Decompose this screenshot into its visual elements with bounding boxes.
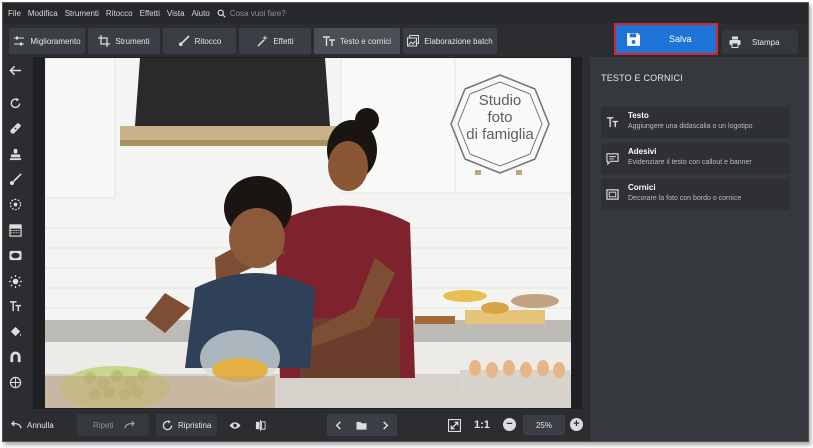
brush-icon	[178, 35, 190, 46]
print-label: Stampa	[752, 37, 780, 47]
redo-label: Ripeti	[93, 420, 114, 430]
compare-button[interactable]	[255, 414, 266, 436]
panel-item-title: Cornici	[628, 183, 656, 192]
search-placeholder: Cosa vuoi fare?	[229, 8, 286, 18]
navigation-group	[327, 414, 397, 436]
canvas-area[interactable]: Studio foto di famiglia	[33, 57, 582, 409]
text-icon	[322, 36, 335, 46]
ratio-label: 1:1	[474, 419, 490, 431]
tab-miglioramento[interactable]: Miglioramento	[9, 28, 85, 54]
reset-button[interactable]: Ripristina	[156, 414, 218, 436]
panel-item-cornici[interactable]: Cornici Decorare la foto con bordo o cor…	[601, 179, 790, 210]
zoom-value[interactable]: 25%	[523, 415, 565, 435]
menu-aiuto[interactable]: Aiuto	[192, 9, 210, 18]
text-icon	[606, 117, 619, 128]
brush-icon[interactable]	[7, 171, 23, 187]
sun-icon[interactable]	[7, 273, 23, 289]
gradient-filter-icon[interactable]	[7, 222, 23, 238]
chevron-left-icon[interactable]	[333, 420, 344, 431]
watermark-line-2: foto	[487, 109, 513, 126]
search-field[interactable]: Cosa vuoi fare?	[217, 9, 286, 18]
tab-label: Strumenti	[115, 36, 150, 46]
reset-label: Ripristina	[178, 420, 212, 430]
left-toolbar	[3, 59, 27, 399]
fit-screen-button[interactable]	[448, 414, 461, 436]
panel-title: TESTO E CORNICI	[601, 73, 683, 83]
right-panel: TESTO E CORNICI Testo Aggiungere una did…	[590, 57, 808, 441]
redo-button[interactable]: Ripeti	[77, 414, 149, 436]
print-button[interactable]: Stampa	[722, 30, 798, 54]
magic-wand-icon	[257, 35, 269, 47]
actual-size-button[interactable]: 1:1	[474, 414, 490, 436]
menu-vista[interactable]: Vista	[167, 9, 185, 18]
tab-label: Elaborazione batch	[424, 36, 493, 46]
tab-label: Ritocco	[194, 36, 222, 46]
tab-label: Testo e cornici	[339, 36, 392, 46]
watermark-text: Studio foto di famiglia	[449, 92, 551, 143]
radial-filter-icon[interactable]	[7, 196, 23, 212]
tab-ritocco[interactable]: Ritocco	[163, 28, 236, 54]
back-arrow-icon[interactable]	[7, 62, 23, 78]
sliders-icon	[14, 36, 25, 46]
vignette-icon[interactable]	[7, 247, 23, 263]
panel-item-desc: Decorare la foto con bordo o cornice	[628, 195, 742, 202]
photo-canvas[interactable]: Studio foto di famiglia	[45, 58, 571, 408]
zoom-out-button[interactable]: −	[503, 418, 516, 431]
undo-icon	[11, 420, 22, 428]
crop-icon	[98, 35, 111, 47]
tab-testo-e-cornici[interactable]: Testo e cornici	[314, 28, 400, 54]
menu-ritocco[interactable]: Ritocco	[106, 9, 133, 18]
tab-strumenti[interactable]: Strumenti	[88, 28, 160, 54]
fit-screen-icon	[448, 418, 461, 432]
minus-icon: −	[506, 418, 513, 430]
tab-label: Effetti	[273, 36, 294, 46]
speech-bubble-icon	[606, 153, 619, 165]
tab-effetti[interactable]: Effetti	[239, 28, 311, 54]
undo-button[interactable]: Annulla	[11, 414, 54, 436]
reset-icon	[162, 419, 173, 430]
zoom-in-button[interactable]: +	[570, 418, 583, 431]
menu-strumenti[interactable]: Strumenti	[65, 9, 99, 18]
panel-item-testo[interactable]: Testo Aggiungere una didascalia o un log…	[601, 107, 790, 138]
panel-item-title: Adesivi	[628, 147, 657, 156]
printer-icon	[729, 36, 741, 48]
panel-item-desc: Evidenziare il testo con callout e banne…	[628, 159, 752, 166]
eye-icon	[229, 421, 241, 429]
chevron-right-icon[interactable]	[380, 420, 391, 431]
clone-stamp-icon[interactable]	[7, 146, 23, 162]
menu-modifica[interactable]: Modifica	[28, 9, 58, 18]
save-label: Salva	[669, 34, 692, 44]
magnet-icon[interactable]	[7, 349, 23, 365]
floppy-disk-icon	[627, 32, 640, 46]
frame-icon	[606, 189, 619, 200]
plus-icon: +	[573, 418, 580, 430]
bottom-bar: Annulla Ripeti Ripristina 1:1 − 25% +	[3, 411, 590, 441]
watermark-line-1: Studio	[478, 92, 522, 109]
undo-label: Annulla	[27, 420, 54, 430]
menu-file[interactable]: File	[8, 9, 21, 18]
panel-item-title: Testo	[628, 111, 649, 120]
rotate-icon[interactable]	[7, 95, 23, 111]
paint-bucket-icon[interactable]	[7, 323, 23, 339]
images-icon	[407, 35, 420, 47]
healing-bandage-icon[interactable]	[7, 120, 23, 136]
panel-item-desc: Aggiungere una didascalia o un logotipo	[628, 123, 753, 130]
compare-icon	[255, 419, 266, 431]
folder-icon[interactable]	[356, 420, 368, 431]
globe-icon[interactable]	[7, 374, 23, 390]
redo-icon	[124, 420, 136, 428]
search-icon	[217, 9, 226, 18]
watermark-line-3: di famiglia	[466, 126, 534, 143]
preview-button[interactable]	[228, 414, 242, 436]
menu-bar: File Modifica Strumenti Ritocco Effetti …	[3, 3, 808, 23]
text-icon[interactable]	[7, 298, 23, 314]
menu-effetti[interactable]: Effetti	[140, 9, 160, 18]
tab-elaborazione-batch[interactable]: Elaborazione batch	[403, 28, 497, 54]
panel-item-adesivi[interactable]: Adesivi Evidenziare il testo con callout…	[601, 143, 790, 174]
app-window: File Modifica Strumenti Ritocco Effetti …	[2, 2, 809, 442]
tab-label: Miglioramento	[30, 36, 81, 46]
save-button[interactable]: Salva	[614, 23, 718, 55]
